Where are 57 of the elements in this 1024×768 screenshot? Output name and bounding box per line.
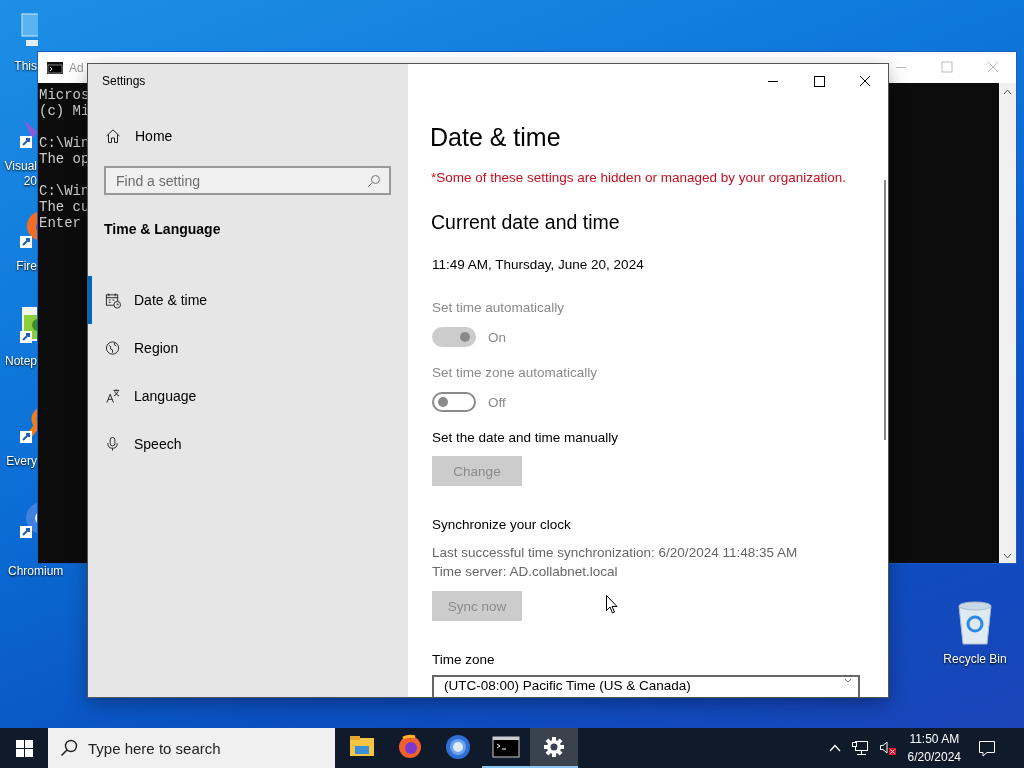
page-title: Date & time	[430, 122, 562, 153]
nav-item[interactable]: Speech	[88, 420, 408, 468]
network-icon[interactable]	[850, 740, 869, 756]
calendar-clock-icon	[105, 291, 121, 309]
search-icon	[367, 173, 381, 188]
desktop-icon-label[interactable]: Chromium	[8, 564, 64, 579]
home-icon	[105, 128, 121, 144]
windows-start-icon[interactable]	[15, 739, 33, 757]
desktop-icon-label[interactable]: Visual 20	[1, 159, 37, 189]
taskbar-app-button[interactable]	[530, 728, 578, 768]
setting-label: Set time zone automatically	[432, 364, 599, 382]
recycle-bin-icon[interactable]	[955, 600, 995, 646]
desktop-icon-label[interactable]: Every	[1, 454, 37, 469]
scroll-up-icon[interactable]	[1003, 89, 1012, 95]
chevron-up-icon[interactable]	[828, 744, 841, 752]
console-line: (c) Mi	[39, 103, 90, 119]
current-date-time: 11:49 AM, Thursday, June 20, 2024	[432, 256, 645, 274]
sync-info: Last successful time synchronization: 6/20/2024 11:48:35 AM	[432, 544, 799, 562]
chromium-icon	[443, 732, 473, 762]
sync-info: Time server: AD.collabnet.local	[432, 563, 619, 581]
caret-icon	[844, 678, 852, 683]
toggle-state: Off	[488, 394, 506, 410]
desktop-icon-label[interactable]: Recycle Bin	[943, 652, 1007, 666]
clock-time[interactable]: 11:50 AM	[909, 730, 960, 748]
desktop-icon-label[interactable]: Notep	[1, 354, 37, 369]
console-line: Micros	[39, 87, 90, 103]
policy-notice: *Some of these settings are hidden or managed by your organization.	[430, 169, 847, 187]
search-icon	[60, 739, 78, 757]
setting-label: Time zone	[432, 651, 496, 669]
nav-item[interactable]: Language	[88, 372, 408, 420]
scrollbar[interactable]	[884, 180, 886, 440]
desktop-icon-label[interactable]: This	[1, 59, 37, 74]
globe-icon	[105, 339, 121, 357]
setting-label: Synchronize your clock	[432, 516, 572, 534]
volume-icon[interactable]	[878, 740, 897, 756]
taskbar-search-field[interactable]: Type here to search	[48, 728, 335, 768]
setting-label: Set time automatically	[432, 299, 566, 317]
section-heading: Current date and time	[431, 210, 621, 235]
window-title: Ad	[69, 60, 84, 75]
microphone-icon	[105, 435, 121, 453]
setting-label: Set the date and time manually	[432, 429, 620, 447]
clock-date[interactable]: 6/20/2024	[907, 748, 961, 766]
window-title: Settings	[102, 74, 147, 90]
search-field[interactable]: Find a setting	[104, 166, 391, 195]
console-line: Enter	[39, 215, 81, 231]
console-icon	[47, 61, 63, 74]
notification-icon[interactable]	[978, 739, 996, 757]
desktop-icon-label[interactable]: Fire	[1, 259, 37, 274]
home-link[interactable]: Home	[135, 128, 173, 144]
section-heading: Time & Language	[104, 221, 222, 239]
toggle-state: On	[488, 329, 506, 345]
mouse-pointer-icon	[606, 595, 618, 614]
scroll-down-icon[interactable]	[1003, 553, 1012, 559]
language-icon	[105, 387, 121, 405]
notepad-shortcut-icon[interactable]	[18, 305, 38, 345]
nav-item[interactable]: Region	[88, 324, 408, 372]
time-zone-dropdown[interactable]: (UTC-08:00) Pacific Time (US & Canada)	[432, 675, 860, 697]
